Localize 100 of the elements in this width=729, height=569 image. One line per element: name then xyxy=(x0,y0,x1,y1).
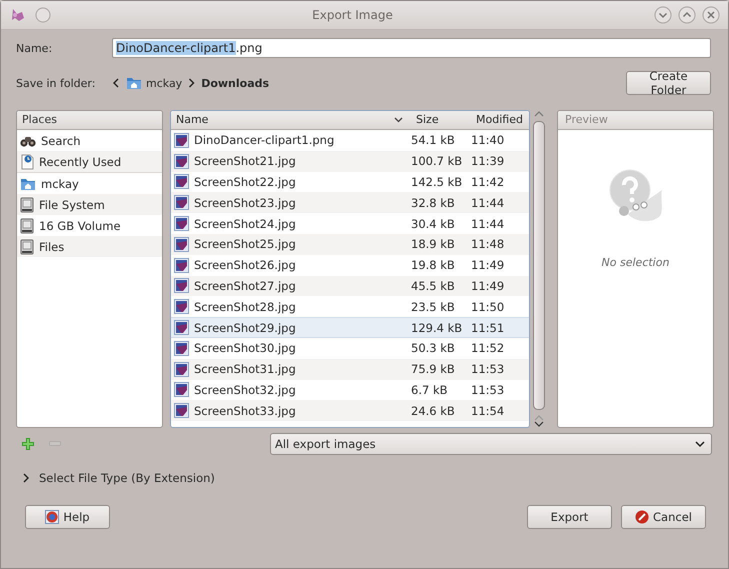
file-size: 75.9 kB xyxy=(411,362,456,376)
file-size: 19.8 kB xyxy=(411,258,456,272)
image-file-icon xyxy=(174,278,189,294)
create-folder-button[interactable]: Create Folder xyxy=(626,71,711,95)
place-item[interactable]: Recently Used xyxy=(17,151,162,173)
help-button[interactable]: Help xyxy=(25,505,110,529)
file-row[interactable]: ScreenShot23.jpg 32.8 kB 11:44 xyxy=(171,192,529,214)
add-icon[interactable] xyxy=(21,437,35,451)
file-row[interactable]: ScreenShot25.jpg 18.9 kB 11:48 xyxy=(171,234,529,255)
column-header[interactable]: Name xyxy=(176,111,208,129)
file-row[interactable]: ScreenShot32.jpg 6.7 kB 11:53 xyxy=(171,380,529,400)
modified-time: 11:51 xyxy=(471,320,506,335)
file-name: ScreenShot25.jpg xyxy=(194,237,296,252)
file-row[interactable]: ScreenShot26.jpg 19.8 kB 11:49 xyxy=(171,254,529,276)
file-name: ScreenShot28.jpg xyxy=(194,300,296,314)
image-file-icon xyxy=(174,216,189,232)
place-item[interactable]: mckay xyxy=(17,173,162,194)
close-icon[interactable] xyxy=(702,6,720,24)
file-row[interactable]: ScreenShot27.jpg 45.5 kB 11:49 xyxy=(171,276,529,296)
drive-icon xyxy=(20,196,34,212)
file-name: ScreenShot24.jpg xyxy=(194,216,296,231)
name-field[interactable]: DinoDancer-clipart1.png xyxy=(112,38,711,58)
file-name: ScreenShot30.jpg xyxy=(194,341,296,356)
image-file-icon xyxy=(174,174,189,190)
cancel-icon xyxy=(635,510,650,524)
image-file-icon xyxy=(174,132,189,148)
file-size: 50.3 kB xyxy=(411,341,456,356)
scroll-down-icon[interactable] xyxy=(534,421,544,428)
file-name: ScreenShot21.jpg xyxy=(194,154,296,168)
path-button[interactable]: Downloads xyxy=(201,76,270,90)
file-name: ScreenShot31.jpg xyxy=(194,362,296,376)
modified-time: 11:48 xyxy=(471,237,506,252)
drive-icon xyxy=(20,218,34,234)
window-title: Export Image xyxy=(311,8,394,22)
file-size: 18.9 kB xyxy=(411,237,456,252)
file-size: 100.7 kB xyxy=(411,154,464,168)
file-name: ScreenShot23.jpg xyxy=(194,196,296,210)
file-row[interactable]: ScreenShot29.jpg 129.4 kB 11:51 xyxy=(171,317,529,338)
place-item[interactable]: File System xyxy=(17,194,162,215)
modified-time: 11:54 xyxy=(471,404,506,418)
file-row[interactable]: ScreenShot31.jpg 75.9 kB 11:53 xyxy=(171,358,529,380)
file-name: ScreenShot33.jpg xyxy=(194,404,296,418)
modified-time: 11:52 xyxy=(471,341,506,356)
path-button[interactable]: mckay xyxy=(126,76,182,90)
field-label: Name: xyxy=(16,42,54,54)
menu-dot-icon[interactable] xyxy=(35,7,51,23)
column-header[interactable]: Modified xyxy=(476,111,523,129)
image-file-icon xyxy=(174,320,189,336)
place-item[interactable]: Files xyxy=(17,236,162,257)
column-header[interactable]: Places xyxy=(17,111,162,130)
file-row[interactable]: ScreenShot30.jpg 50.3 kB 11:52 xyxy=(171,338,529,359)
maximize-icon[interactable] xyxy=(678,6,696,24)
file-name: ScreenShot29.jpg xyxy=(194,320,296,335)
modified-time: 11:53 xyxy=(471,362,506,376)
column-header[interactable]: Size xyxy=(416,111,439,129)
file-size: 24.6 kB xyxy=(411,404,456,418)
file-row[interactable]: ScreenShot22.jpg 142.5 kB 11:42 xyxy=(171,172,529,192)
file-size: 23.5 kB xyxy=(411,300,456,314)
file-row[interactable]: ScreenShot28.jpg 23.5 kB 11:50 xyxy=(171,296,529,318)
drive-icon xyxy=(20,238,34,254)
file-filter-dropdown[interactable]: All export images xyxy=(270,433,712,455)
file-name: ScreenShot22.jpg xyxy=(194,174,296,189)
image-file-icon xyxy=(174,299,189,314)
scroll-up-icon[interactable] xyxy=(534,110,544,117)
place-item[interactable]: 16 GB Volume xyxy=(17,215,162,236)
modified-time: 11:39 xyxy=(471,154,506,168)
file-name: DinoDancer-clipart1.png xyxy=(194,133,334,148)
cancel-button[interactable]: Cancel xyxy=(621,505,706,529)
file-size: 45.5 kB xyxy=(411,278,456,293)
image-file-icon xyxy=(174,258,189,273)
place-item[interactable]: Search xyxy=(17,130,162,151)
field-label: Save in folder: xyxy=(16,76,96,90)
image-file-icon xyxy=(174,340,189,356)
home-folder-icon xyxy=(126,76,142,90)
file-row[interactable]: DinoDancer-clipart1.png 54.1 kB 11:40 xyxy=(171,130,529,151)
file-size: 32.8 kB xyxy=(411,196,456,210)
preview-message: No selection xyxy=(602,256,670,269)
binoculars-icon xyxy=(20,134,36,146)
modified-time: 11:44 xyxy=(471,196,506,210)
file-row[interactable]: ScreenShot33.jpg 24.6 kB 11:54 xyxy=(171,400,529,422)
minimize-icon[interactable] xyxy=(654,6,672,24)
file-type-expander[interactable]: Select File Type (By Extension) xyxy=(22,471,728,485)
image-file-icon xyxy=(174,382,189,398)
file-size: 129.4 kB xyxy=(411,320,464,335)
sort-caret-icon xyxy=(394,117,403,123)
scrollbar-thumb[interactable] xyxy=(533,121,545,410)
export-button[interactable]: Export xyxy=(527,505,612,529)
file-row[interactable]: ScreenShot24.jpg 30.4 kB 11:44 xyxy=(171,213,529,234)
file-size: 30.4 kB xyxy=(411,216,456,231)
file-size: 6.7 kB xyxy=(411,382,448,397)
file-row[interactable]: ScreenShot21.jpg 100.7 kB 11:39 xyxy=(171,150,529,172)
modified-time: 11:53 xyxy=(471,382,506,397)
dropdown-caret-icon xyxy=(695,440,705,448)
file-name: ScreenShot26.jpg xyxy=(194,258,296,272)
home-folder-icon xyxy=(20,176,36,190)
modified-time: 11:42 xyxy=(471,174,506,189)
panel-header: Preview xyxy=(558,111,713,130)
modified-time: 11:40 xyxy=(471,133,506,148)
chevron-right-icon xyxy=(188,78,196,88)
modified-time: 11:49 xyxy=(471,278,506,293)
